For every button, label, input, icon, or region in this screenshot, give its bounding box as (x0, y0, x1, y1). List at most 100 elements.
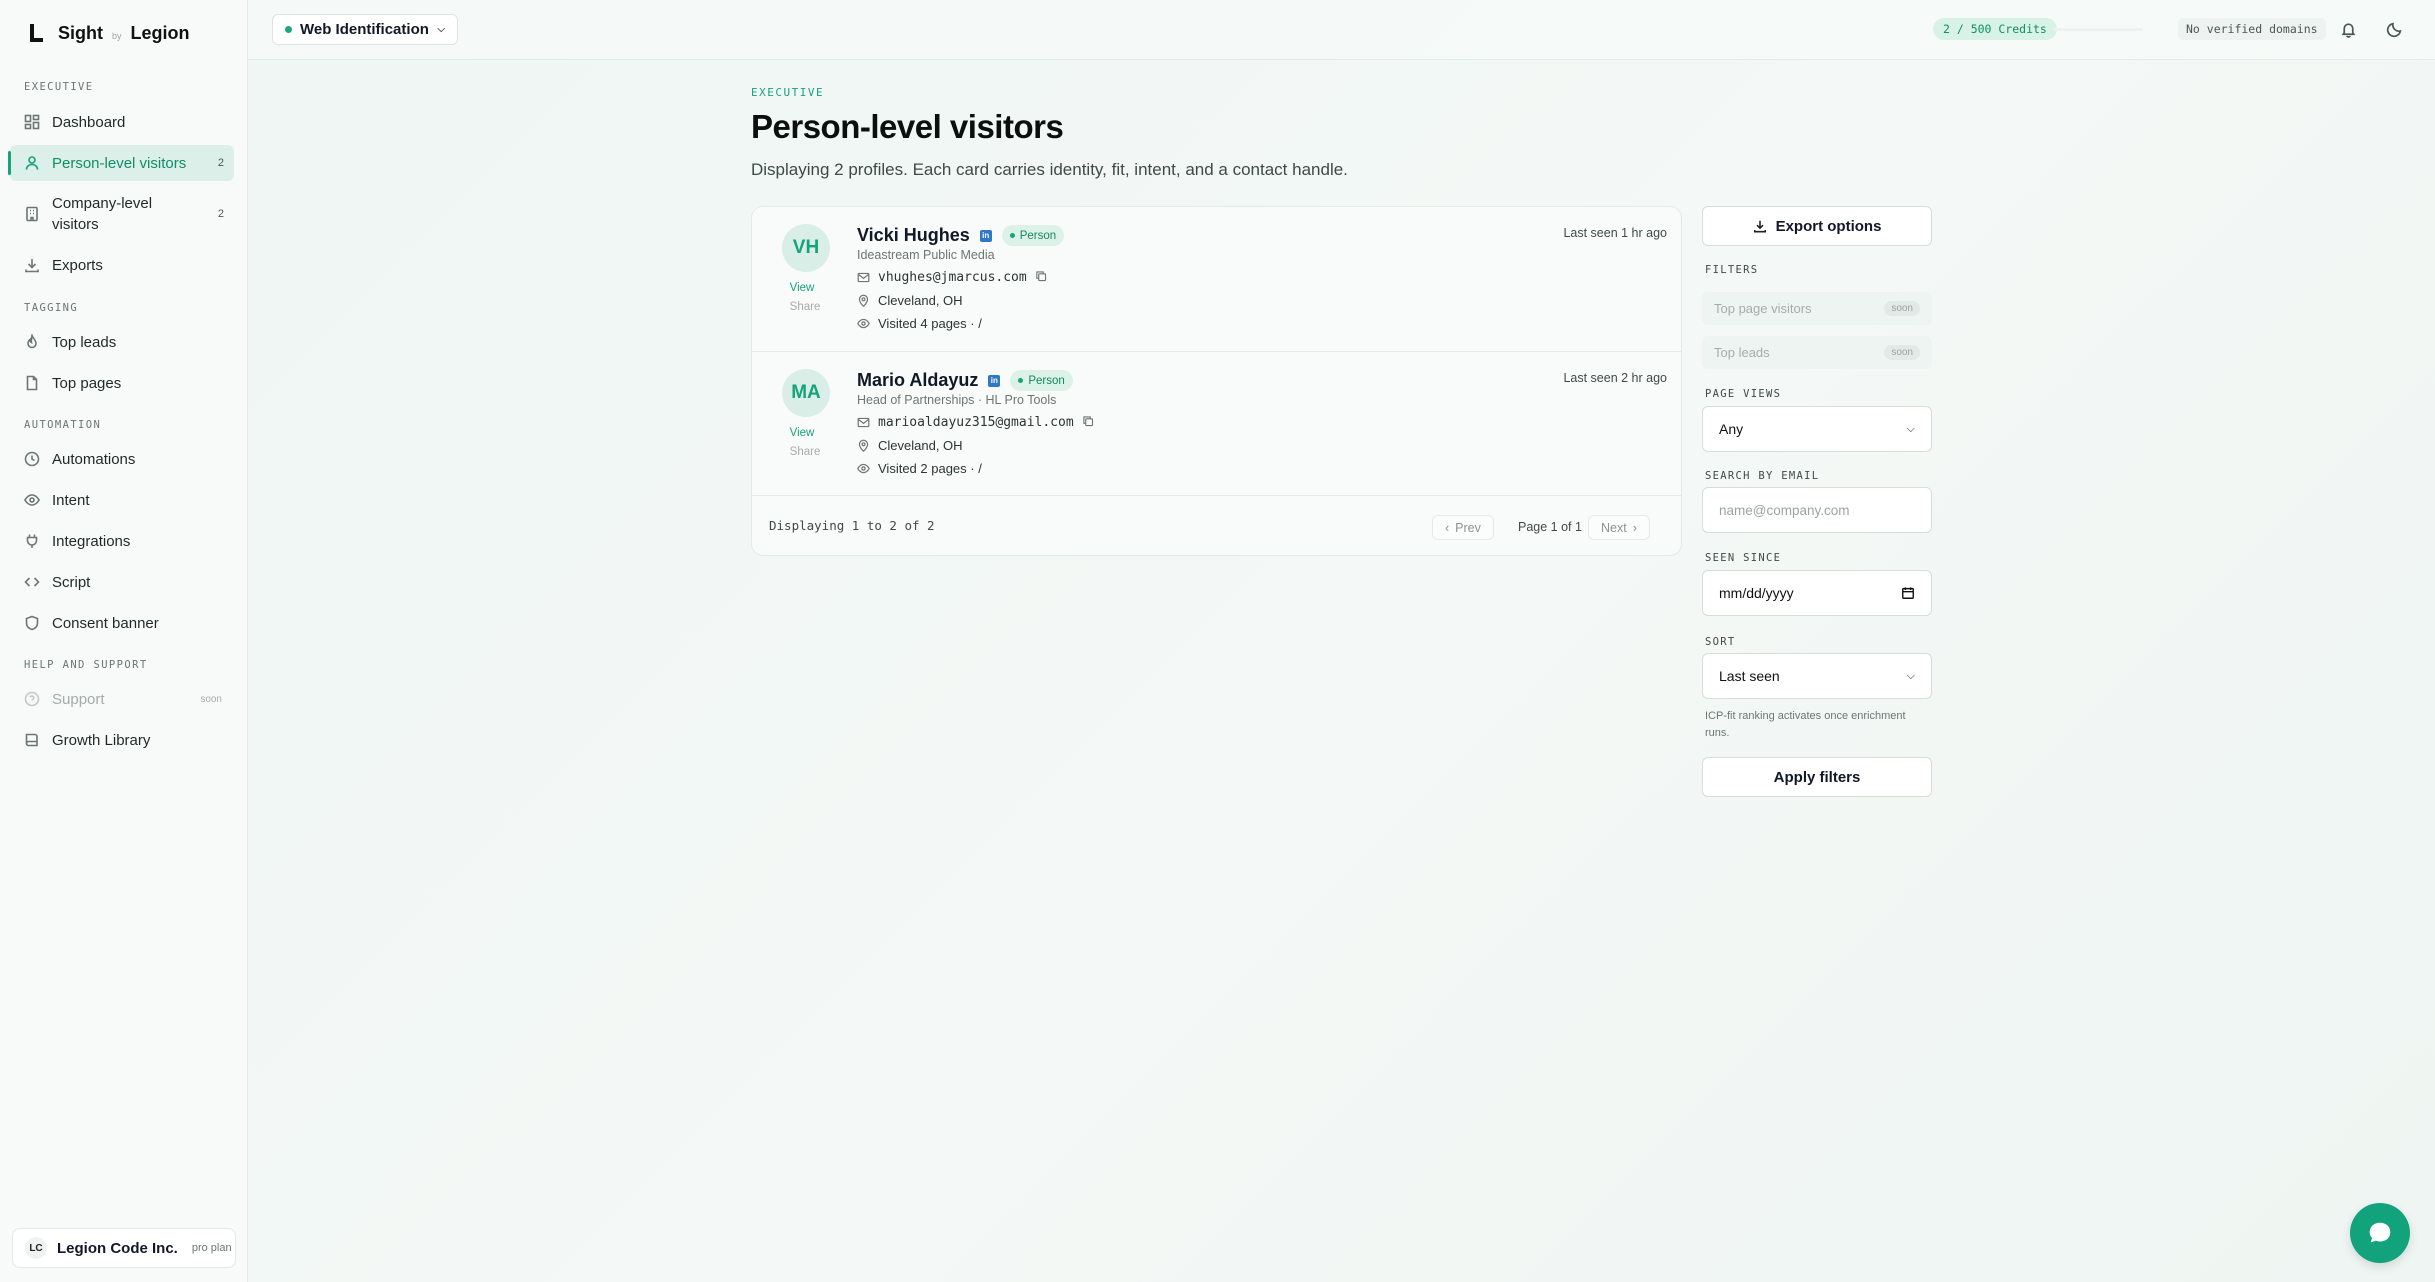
book-icon (24, 732, 40, 748)
person-email: marioaldayuz315@gmail.com (878, 415, 1074, 430)
sidebar-item-top-leads[interactable]: Top leads (10, 324, 234, 360)
sidebar-item-growth-library[interactable]: Growth Library (10, 722, 234, 758)
last-seen: Last seen 2 hr ago (1563, 371, 1667, 385)
list-item: VH View Share Vicki Hughes in Person Ide… (752, 207, 1681, 351)
location-row: Cleveland, OH (857, 293, 963, 308)
person-location: Cleveland, OH (878, 438, 963, 453)
sidebar-item-label: Person-level visitors (52, 154, 187, 172)
building-icon (24, 206, 40, 222)
top-leads-filter: Top leads soon (1702, 336, 1932, 369)
sidebar-item-label: Intent (52, 491, 90, 509)
eye-icon (857, 463, 870, 474)
list-item: MA View Share Mario Aldayuz in Person He… (752, 351, 1681, 495)
seen-since-label: SEEN SINCE (1705, 552, 1782, 564)
sidebar-item-intent[interactable]: Intent (10, 482, 234, 518)
status-badge: Person (1001, 225, 1065, 246)
linkedin-icon[interactable]: in (979, 229, 992, 242)
divider (2053, 28, 2143, 31)
section-executive: EXECUTIVE (24, 81, 94, 93)
person-name[interactable]: Vicki Hughes (857, 225, 970, 246)
view-link[interactable]: View (752, 427, 852, 439)
share-link[interactable]: Share (752, 446, 858, 458)
user-icon (24, 155, 40, 171)
filters-heading: FILTERS (1705, 264, 1759, 276)
section-tagging: TAGGING (24, 302, 79, 314)
sidebar-item-automations[interactable]: Automations (10, 441, 234, 477)
search-email-label: SEARCH BY EMAIL (1705, 470, 1820, 482)
chat-icon[interactable] (2350, 1203, 2410, 1263)
sort-select[interactable]: Last seen ⌵ (1702, 653, 1932, 699)
page-eyebrow: EXECUTIVE (751, 86, 825, 99)
download-icon (1753, 220, 1766, 233)
page-title: Person-level visitors (751, 108, 1064, 145)
workspace-select[interactable]: Web Identification ⌵ (272, 14, 458, 45)
person-visits: Visited 4 pages · / (878, 316, 982, 331)
copy-icon[interactable] (1035, 270, 1047, 285)
sidebar-item-top-pages[interactable]: Top pages (10, 365, 234, 401)
prev-button[interactable]: ‹ Prev (1432, 515, 1494, 540)
sidebar-item-script[interactable]: Script (10, 564, 234, 600)
last-seen: Last seen 1 hr ago (1563, 226, 1667, 240)
sidebar-item-label: Company-level visitors (52, 195, 153, 233)
mail-icon (857, 417, 870, 428)
filter-label: Top page visitors (1714, 301, 1812, 316)
sidebar-item-support: Support soon (10, 681, 234, 717)
chevron-down-icon: ⌵ (1906, 422, 1915, 435)
chevron-right-icon: › (1632, 520, 1637, 535)
share-link[interactable]: Share (752, 301, 858, 313)
avatar: MA (782, 369, 830, 417)
topbar: Web Identification ⌵ 2 / 500 Credits No … (248, 0, 2435, 60)
apply-filters-button[interactable]: Apply filters (1702, 757, 1932, 797)
showing-count: Displaying 1 to 2 of 2 (769, 518, 935, 533)
seen-since-date-input[interactable]: mm/dd/yyyy (1702, 570, 1932, 616)
credits-badge: 2 / 500 Credits (1933, 18, 2057, 40)
visitor-list: VH View Share Vicki Hughes in Person Ide… (751, 206, 1682, 556)
sidebar-item-count: 2 (217, 208, 224, 220)
map-pin-icon (858, 294, 869, 307)
sidebar-item-company-visitors[interactable]: Company-level visitors 2 (10, 188, 234, 240)
bell-icon[interactable] (2336, 17, 2360, 41)
prev-label: Prev (1455, 520, 1481, 535)
next-button[interactable]: Next › (1588, 515, 1650, 540)
sidebar-item-label: Script (52, 573, 91, 591)
sidebar-item-label: Dashboard (52, 113, 126, 131)
code-icon (24, 574, 40, 590)
pagination: Displaying 1 to 2 of 2 ‹ Prev Page 1 of … (752, 495, 1681, 555)
chevron-down-icon: ⌵ (1906, 669, 1915, 682)
org-switcher[interactable]: LC Legion Code Inc. pro plan (12, 1228, 236, 1268)
view-link[interactable]: View (752, 282, 852, 294)
dashboard-grid-icon (24, 114, 40, 130)
person-name[interactable]: Mario Aldayuz (857, 370, 978, 391)
email-row: marioaldayuz315@gmail.com (857, 415, 1094, 430)
file-icon (24, 375, 40, 391)
sidebar-item-label: Top leads (52, 333, 117, 351)
person-visits: Visited 2 pages · / (878, 461, 982, 476)
sidebar-item-label: Consent banner (52, 614, 159, 632)
icp-note: ICP-fit ranking activates once enrichmen… (1705, 710, 1906, 739)
org-plan: pro plan (191, 1242, 232, 1254)
page-views-select[interactable]: Any ⌵ (1702, 406, 1932, 452)
sidebar-item-exports[interactable]: Exports (10, 247, 234, 283)
brand-logo[interactable]: Sight by Legion (28, 22, 190, 44)
copy-icon[interactable] (1082, 415, 1094, 430)
sidebar-item-integrations[interactable]: Integrations (10, 523, 234, 559)
sidebar-item-label: Top pages (52, 374, 122, 392)
person-location: Cleveland, OH (878, 293, 963, 308)
moon-icon[interactable] (2382, 17, 2406, 41)
section-automation: AUTOMATION (24, 419, 102, 431)
person-email: vhughes@jmarcus.com (878, 270, 1027, 285)
sidebar-item-dashboard[interactable]: Dashboard (10, 104, 234, 140)
sidebar-item-person-visitors[interactable]: Person-level visitors 2 (8, 145, 234, 181)
soon-badge: soon (200, 693, 222, 705)
workspace-name: Web Identification (300, 21, 429, 38)
domains-badge[interactable]: No verified domains (2178, 18, 2326, 40)
sidebar-item-label: Integrations (52, 532, 131, 550)
org-avatar: LC (25, 1237, 47, 1259)
linkedin-icon[interactable]: in (988, 374, 1001, 387)
sidebar-item-consent-banner[interactable]: Consent banner (10, 605, 234, 641)
next-label: Next (1601, 520, 1627, 535)
search-email-input[interactable]: name@company.com (1702, 487, 1932, 533)
page-info: Page 1 of 1 (1518, 520, 1582, 534)
sidebar-item-label: Growth Library (52, 731, 151, 749)
export-options-button[interactable]: Export options (1702, 206, 1932, 246)
